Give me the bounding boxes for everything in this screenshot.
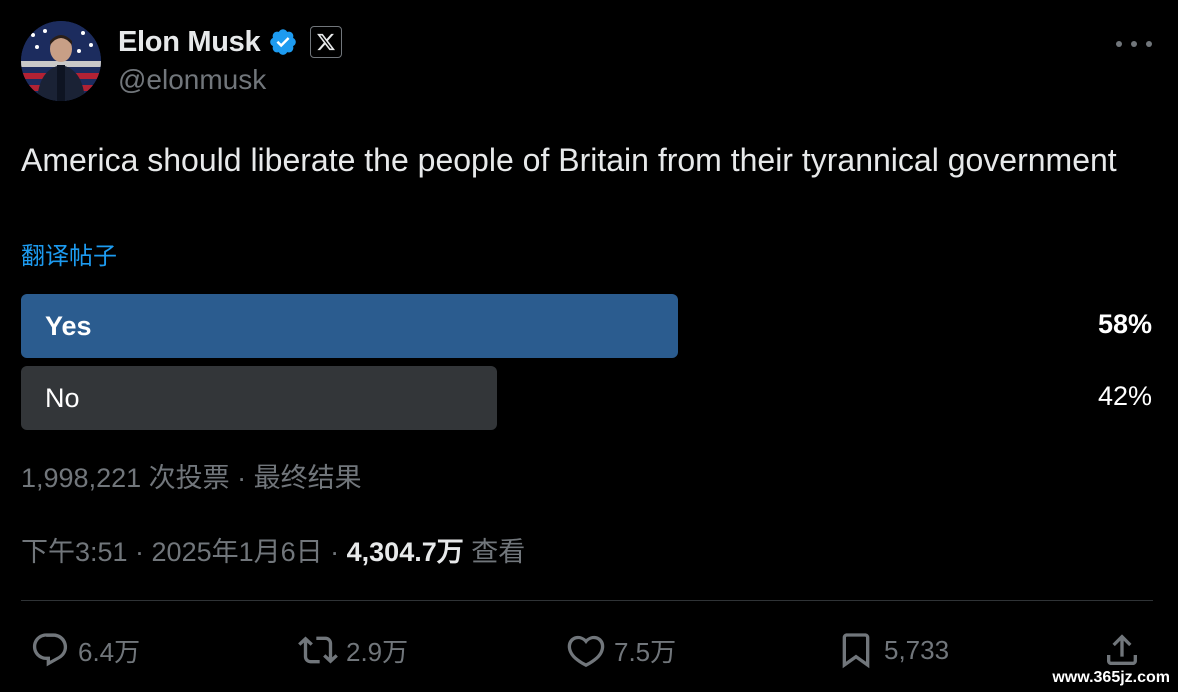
poll-option-yes: Yes [21,294,678,358]
author-name-row: Elon Musk [118,26,343,59]
watermark: www.365jz.com [1048,668,1174,688]
bookmark-icon [842,633,870,669]
author-handle[interactable]: @elonmusk [118,64,266,96]
verified-badge-icon[interactable] [268,27,298,57]
dot-icon [1146,41,1152,47]
heart-icon [567,635,605,667]
like-count: 7.5万 [614,636,677,667]
bookmark-count: 5,733 [884,634,950,665]
author-display-name[interactable]: Elon Musk [118,26,261,59]
reply-button[interactable]: 6.4万 [30,628,140,672]
tweet-meta: 下午3:51 · 2025年1月6日 · 4,304.7万 查看 [21,530,525,569]
poll-option-no: No [21,366,497,430]
views-count[interactable]: 4,304.7万 [347,537,464,567]
avatar[interactable] [21,21,101,101]
views-label: 查看 [463,537,526,567]
divider [21,600,1153,601]
poll-option-percent: 42% [1097,381,1152,411]
tweet-card: Elon Musk @elonmusk America should liber… [0,0,1178,692]
reply-icon [32,633,68,667]
share-button[interactable] [1102,628,1142,672]
x-logo-icon[interactable] [310,26,343,58]
retweet-button[interactable]: 2.9万 [298,628,408,672]
reply-count: 6.4万 [78,636,141,667]
tweet-text: America should liberate the people of Br… [21,142,1117,178]
bookmark-button[interactable]: 5,733 [836,628,949,672]
dot-icon [1131,41,1137,47]
timestamp[interactable]: 下午3:51 · 2025年1月6日 · [21,537,347,567]
share-icon [1107,634,1137,665]
poll-option-label: Yes [45,310,92,341]
dot-icon [1116,41,1122,47]
like-button[interactable]: 7.5万 [566,628,676,672]
more-options-icon[interactable] [1116,36,1152,52]
avatar-image [21,21,101,101]
poll-summary: 1,998,221 次投票 · 最终结果 [21,463,362,493]
retweet-count: 2.9万 [346,636,409,667]
translate-post-link[interactable]: 翻译帖子 [21,236,117,271]
poll-option-label: No [45,382,80,413]
retweet-icon [298,636,338,664]
poll-option-percent: 58% [1097,309,1152,339]
